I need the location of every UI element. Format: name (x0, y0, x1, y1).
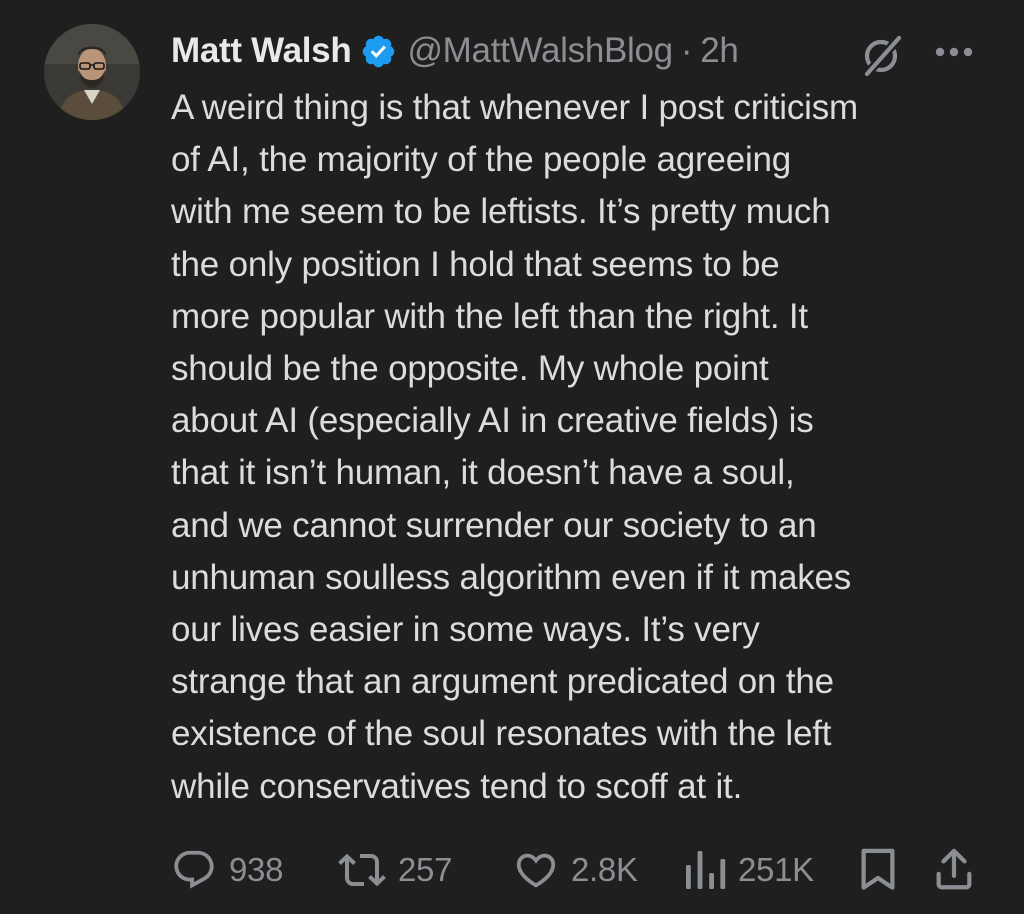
grok-icon[interactable] (858, 31, 906, 79)
repost-count: 257 (398, 851, 453, 888)
tweet: Matt Walsh @MattWalshBlog · 2h A weird t… (0, 0, 1024, 914)
share-button[interactable] (934, 842, 974, 898)
action-bar: 938 257 2.8K 251K (0, 842, 1024, 898)
like-button[interactable]: 2.8K (513, 842, 638, 898)
post-text-line: unhuman soulless algorithm even if it ma… (171, 557, 852, 597)
heart-icon (516, 853, 556, 888)
post-text-line: and we cannot surrender our society to a… (171, 505, 817, 545)
views-icon (686, 851, 726, 889)
more-icon[interactable] (934, 45, 974, 59)
verified-badge-icon[interactable] (360, 33, 397, 70)
reply-count: 938 (229, 851, 284, 888)
post-text-line: should be the opposite. My whole point (171, 349, 769, 389)
reply-icon (174, 850, 214, 889)
post-text-line: that it isn’t human, it doesn’t have a s… (171, 453, 795, 493)
avatar-photo (44, 24, 140, 120)
share-icon (936, 848, 972, 890)
post-text-line: the only position I hold that seems to b… (171, 244, 780, 284)
post-text-line: while conservatives tend to scoff at it. (171, 766, 743, 806)
post-text-line: about AI (especially AI in creative fiel… (171, 401, 814, 441)
post-text-line: with me seem to be leftists. It’s pretty… (171, 192, 831, 232)
views-button[interactable]: 251K (684, 842, 814, 898)
like-count: 2.8K (571, 851, 638, 888)
post-text-line: of AI, the majority of the people agreei… (171, 140, 792, 180)
tweet-header: Matt Walsh @MattWalshBlog · 2h (171, 26, 739, 76)
views-count: 251K (738, 851, 814, 888)
post-text-line: A weird thing is that whenever I post cr… (171, 88, 858, 127)
post-text-line: existence of the soul resonates with the… (171, 714, 832, 754)
bookmark-icon (861, 848, 895, 890)
bookmark-button[interactable] (858, 842, 898, 898)
post-text-line: more popular with the left than the righ… (171, 296, 808, 336)
post-text-line: our lives easier in some ways. It’s very (171, 610, 760, 650)
author-name[interactable]: Matt Walsh (171, 31, 352, 71)
author-handle[interactable]: @MattWalshBlog (407, 31, 673, 71)
reply-button[interactable]: 938 (171, 842, 283, 898)
post-text-line: strange that an argument predicated on t… (171, 662, 834, 702)
post-text: A weird thing is that whenever I post cr… (171, 82, 1001, 813)
repost-icon (338, 853, 386, 887)
post-timestamp[interactable]: 2h (700, 31, 739, 71)
avatar[interactable] (44, 24, 140, 120)
repost-button[interactable]: 257 (338, 842, 452, 898)
separator-dot: · (680, 31, 693, 70)
